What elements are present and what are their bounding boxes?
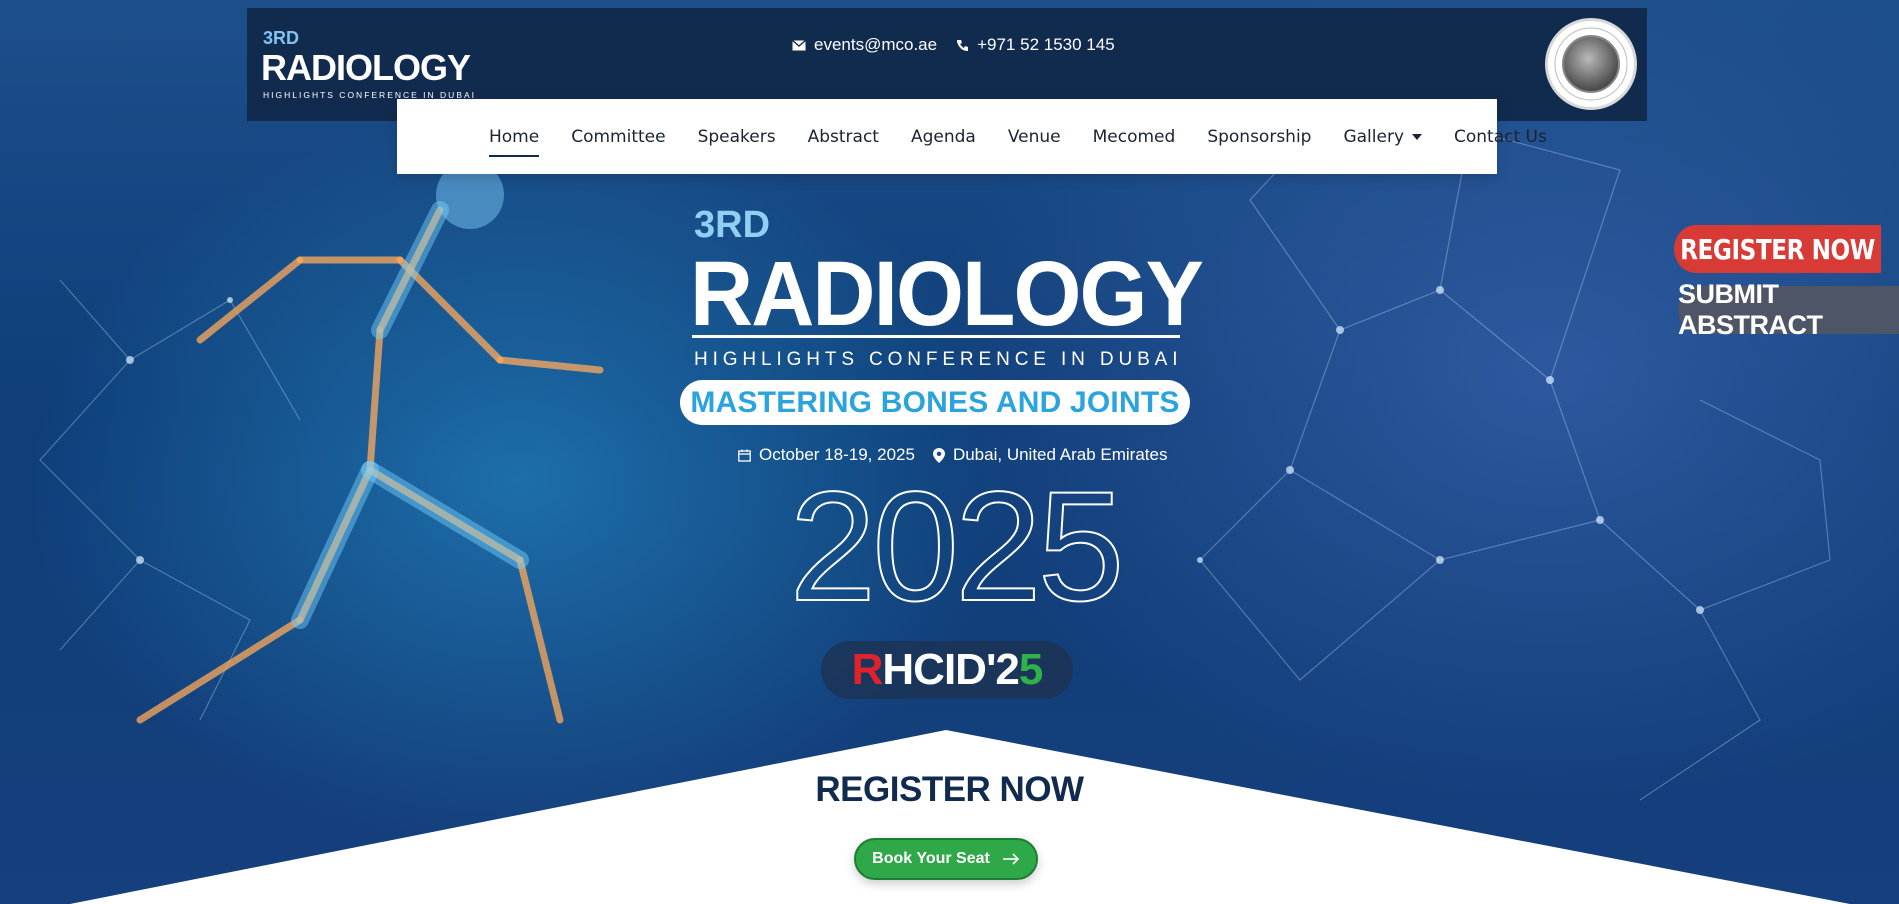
side-register-button[interactable]: REGISTER NOW (1674, 225, 1881, 273)
phone-icon (957, 40, 969, 51)
email-link[interactable]: events@mco.ae (792, 35, 937, 55)
badge-ring (1554, 27, 1628, 101)
rhcid-mid: HCID'2 (882, 645, 1019, 694)
rhcid-r: R (851, 645, 884, 694)
event-date-text: October 18-19, 2025 (759, 445, 915, 464)
email-text: events@mco.ae (814, 35, 938, 54)
nav-sponsorship[interactable]: Sponsorship (1191, 127, 1327, 147)
theme-pill: MASTERING BONES AND JOINTS (680, 380, 1190, 425)
event-location-text: Dubai, United Arab Emirates (952, 445, 1168, 464)
nav-venue[interactable]: Venue (992, 127, 1077, 147)
chevron-down-icon (1412, 133, 1423, 140)
side-submit-abstract-button[interactable]: SUBMIT ABSTRACT (1678, 279, 1899, 340)
nav-speakers[interactable]: Speakers (682, 127, 792, 147)
event-date: October 18-19, 2025 (738, 445, 915, 465)
main-navigation: Home Committee Speakers Abstract Agenda … (397, 99, 1547, 174)
phone-text: +971 52 1530 145 (977, 35, 1115, 54)
arrow-right-icon (1002, 853, 1019, 865)
nav-home[interactable]: Home (473, 127, 555, 157)
nav-mecomed[interactable]: Mecomed (1077, 127, 1192, 147)
nav-agenda[interactable]: Agenda (895, 127, 992, 147)
hero-subtitle: HIGHLIGHTS CONFERENCE IN DUBAI (694, 349, 1182, 370)
hero-title: RADIOLOGY (690, 243, 1203, 345)
calendar-icon (738, 449, 751, 462)
rhcid-five: 5 (1018, 645, 1044, 694)
nav-committee[interactable]: Committee (555, 127, 681, 147)
phone-link[interactable]: +971 52 1530 145 (955, 35, 1115, 55)
collaboration-badge (1545, 18, 1637, 110)
nav-gallery[interactable]: Gallery (1327, 127, 1438, 147)
book-seat-label: Book Your Seat (872, 850, 990, 867)
nav-abstract[interactable]: Abstract (792, 127, 895, 147)
hero-logo-rule (692, 335, 1180, 338)
contact-info: events@mco.ae +971 52 1530 145 (792, 35, 1115, 55)
site-logo[interactable]: 3RD RADIOLOGY HIGHLIGHTS CONFERENCE IN D… (259, 18, 479, 103)
mail-icon (792, 39, 806, 50)
hero-edition: 3RD (694, 204, 770, 246)
logo-word: RADIOLOGY (261, 47, 471, 88)
year-text: 2025 (789, 478, 1120, 613)
nav-contact[interactable]: Contact Us (1438, 127, 1563, 147)
event-location: Dubai, United Arab Emirates (932, 445, 1168, 465)
event-meta: October 18-19, 2025 Dubai, United Arab E… (738, 445, 1167, 465)
year-outline: 2025 (788, 478, 1125, 613)
nav-gallery-label: Gallery (1343, 126, 1405, 147)
register-heading: REGISTER NOW (815, 770, 1084, 809)
hero-logo: 3RD RADIOLOGY HIGHLIGHTS CONFERENCE IN D… (690, 204, 1205, 370)
location-pin-icon (932, 447, 945, 463)
logo-edition: 3RD (263, 28, 299, 48)
book-seat-button[interactable]: Book Your Seat (854, 838, 1038, 880)
rhcid-badge: R HCID'2 5 (821, 641, 1073, 699)
